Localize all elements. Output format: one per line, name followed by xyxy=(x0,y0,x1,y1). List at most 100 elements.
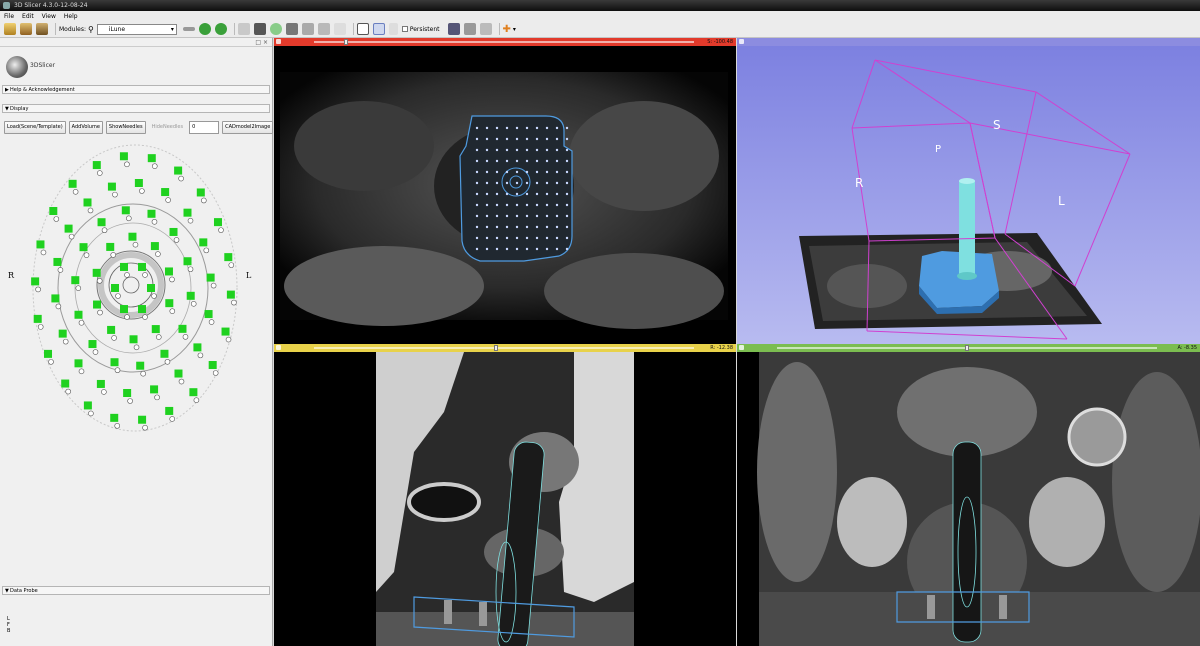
mouse-mode-icon[interactable] xyxy=(388,23,398,35)
menu-edit[interactable]: Edit xyxy=(22,13,34,20)
template-hole-marker[interactable] xyxy=(68,179,77,188)
template-hole-map[interactable] xyxy=(0,138,273,438)
menu-view[interactable]: View xyxy=(42,13,56,20)
template-hole-marker[interactable] xyxy=(224,253,233,262)
load-dicom-icon[interactable] xyxy=(20,23,32,35)
green-view-controller[interactable]: A: -8.35 xyxy=(737,344,1200,352)
save-icon[interactable] xyxy=(36,23,48,35)
template-hole-marker[interactable] xyxy=(165,299,174,308)
template-hole-marker[interactable] xyxy=(147,154,156,163)
pin-icon[interactable] xyxy=(276,39,281,44)
template-hole-marker[interactable] xyxy=(161,188,170,197)
search-icon[interactable]: ⚲ xyxy=(88,25,94,34)
template-hole-marker[interactable] xyxy=(96,379,105,388)
green-slider-knob[interactable] xyxy=(965,345,969,351)
panel-float-icon[interactable]: □ × xyxy=(255,39,268,46)
template-hole-marker[interactable] xyxy=(213,218,222,227)
template-hole-marker[interactable] xyxy=(147,209,156,218)
template-hole-marker[interactable] xyxy=(119,152,128,161)
hide-needles-button[interactable]: HideNeedles xyxy=(149,121,187,134)
template-hole-marker[interactable] xyxy=(88,340,97,349)
green-slice-view[interactable]: A: -8.35 xyxy=(737,344,1200,646)
screenshot-icon[interactable] xyxy=(447,23,460,35)
template-hole-marker[interactable] xyxy=(110,358,119,367)
template-hole-marker[interactable] xyxy=(183,208,192,217)
yellow-offset-slider[interactable] xyxy=(314,347,694,349)
module-history-icon[interactable] xyxy=(182,27,195,31)
red-offset-slider[interactable] xyxy=(314,41,694,43)
template-hole-marker[interactable] xyxy=(178,324,187,333)
scene-view-icon[interactable] xyxy=(463,23,476,35)
template-hole-marker[interactable] xyxy=(150,242,159,251)
template-hole-marker[interactable] xyxy=(204,310,213,319)
crosshair-icon[interactable]: ✚ xyxy=(503,24,511,35)
template-hole-marker[interactable] xyxy=(186,291,195,300)
template-hole-marker[interactable] xyxy=(120,305,128,314)
cad-model-to-image-button[interactable]: CADmodel2Image xyxy=(222,121,274,134)
template-hole-marker[interactable] xyxy=(221,327,230,336)
red-slider-knob[interactable] xyxy=(344,39,348,45)
template-hole-marker[interactable] xyxy=(49,207,58,216)
template-hole-marker[interactable] xyxy=(226,290,235,299)
template-hole-marker[interactable] xyxy=(64,224,73,233)
template-hole-marker[interactable] xyxy=(31,277,40,286)
yellow-slice-view[interactable]: R: -12.38 xyxy=(274,344,736,646)
template-hole-marker[interactable] xyxy=(206,273,215,282)
back-arrow-icon[interactable] xyxy=(198,23,211,35)
transforms-module-icon[interactable] xyxy=(301,23,314,35)
3d-view-controller[interactable] xyxy=(737,38,1200,46)
template-hole-marker[interactable] xyxy=(71,276,80,285)
template-hole-marker[interactable] xyxy=(36,240,45,249)
template-hole-marker[interactable] xyxy=(208,360,217,369)
menu-help[interactable]: Help xyxy=(64,13,78,20)
template-hole-marker[interactable] xyxy=(134,178,143,187)
template-hole-marker[interactable] xyxy=(138,415,147,424)
needle-spinbox[interactable]: 0 xyxy=(189,121,220,134)
template-hole-marker[interactable] xyxy=(83,401,92,410)
pin-icon[interactable] xyxy=(739,39,744,44)
template-hole-marker[interactable] xyxy=(193,343,202,352)
yellow-view-controller[interactable]: R: -12.38 xyxy=(274,344,736,352)
pin-icon[interactable] xyxy=(739,345,744,350)
editor-module-icon[interactable] xyxy=(317,23,330,35)
template-hole-marker[interactable] xyxy=(160,349,169,358)
template-hole-marker[interactable] xyxy=(196,188,205,197)
layout-icon[interactable] xyxy=(356,23,369,35)
template-hole-marker[interactable] xyxy=(107,325,116,334)
template-hole-marker[interactable] xyxy=(183,257,192,266)
template-hole-marker[interactable] xyxy=(164,267,173,276)
menu-file[interactable]: File xyxy=(4,13,14,20)
template-hole-marker[interactable] xyxy=(129,335,138,344)
template-hole-marker[interactable] xyxy=(123,389,132,398)
template-hole-marker[interactable] xyxy=(121,206,130,215)
data-probe-section-header[interactable]: ▼ Data Probe xyxy=(2,586,270,595)
ruler-icon[interactable] xyxy=(333,23,346,35)
models-module-icon[interactable] xyxy=(285,23,298,35)
3d-view[interactable]: S P R L xyxy=(737,38,1200,344)
template-hole-marker[interactable] xyxy=(61,379,70,388)
template-hole-marker[interactable] xyxy=(44,349,53,358)
template-hole-marker[interactable] xyxy=(150,385,159,394)
persistent-toggle[interactable]: Persistent xyxy=(401,26,440,33)
template-hole-marker[interactable] xyxy=(147,284,155,292)
add-volume-button[interactable]: AddVolume xyxy=(68,121,103,134)
template-hole-marker[interactable] xyxy=(120,262,128,271)
template-hole-marker[interactable] xyxy=(138,262,146,271)
template-hole-marker[interactable] xyxy=(138,305,146,314)
template-hole-marker[interactable] xyxy=(136,361,145,370)
forward-arrow-icon[interactable] xyxy=(214,23,227,35)
pin-icon[interactable] xyxy=(276,345,281,350)
view-icon[interactable] xyxy=(372,23,385,35)
template-hole-marker[interactable] xyxy=(199,238,208,247)
template-hole-marker[interactable] xyxy=(74,359,83,368)
template-hole-marker[interactable] xyxy=(106,242,115,251)
template-hole-marker[interactable] xyxy=(79,243,88,252)
template-hole-marker[interactable] xyxy=(97,218,106,227)
template-hole-marker[interactable] xyxy=(83,198,92,207)
template-hole-marker[interactable] xyxy=(93,300,102,309)
persistent-checkbox[interactable] xyxy=(401,26,408,32)
template-hole-marker[interactable] xyxy=(51,294,60,303)
template-hole-marker[interactable] xyxy=(107,182,116,191)
template-hole-marker[interactable] xyxy=(110,413,119,422)
red-view-controller[interactable]: S: -100.48 xyxy=(274,38,736,46)
